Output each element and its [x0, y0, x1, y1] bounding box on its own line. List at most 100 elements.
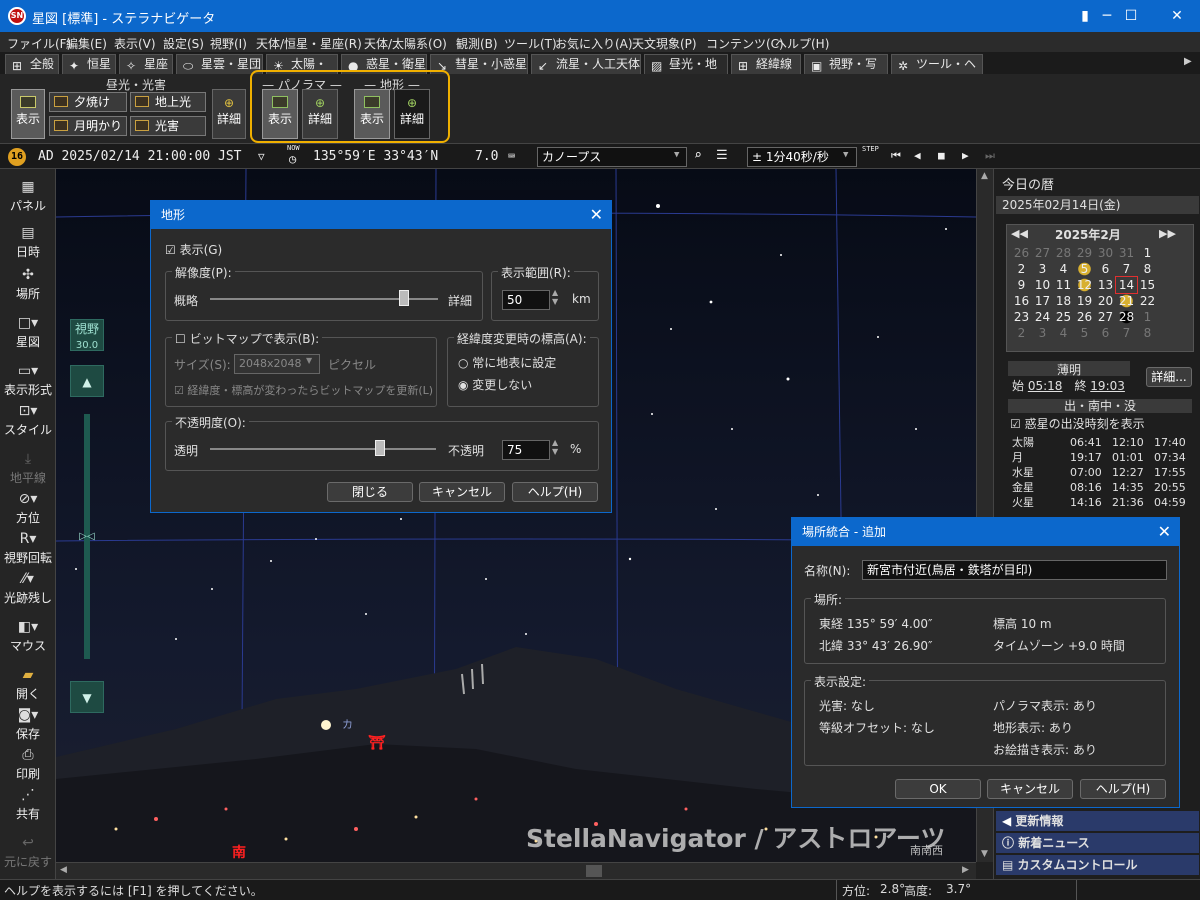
location-button[interactable]: ✣ 場所: [0, 267, 56, 302]
list-icon[interactable]: ☰: [716, 148, 728, 163]
menu-view[interactable]: 表示(V): [114, 35, 156, 52]
calendar-day[interactable]: 8: [1137, 261, 1158, 277]
cancel-button[interactable]: キャンセル: [987, 779, 1073, 799]
calendar-day[interactable]: 4: [1053, 261, 1074, 277]
menu-tools[interactable]: ツール(T): [504, 35, 557, 52]
prev-year-icon[interactable]: ◀◀: [1011, 227, 1028, 240]
planet-rise-checkbox[interactable]: ☑ 惑星の出没時刻を表示: [1010, 415, 1145, 432]
range-input[interactable]: 50: [502, 290, 550, 310]
earthlight-button[interactable]: 地上光: [130, 92, 206, 112]
step-label[interactable]: STEP: [862, 145, 879, 153]
tab-meteors[interactable]: ↙ 流星・人工天体: [531, 54, 641, 74]
radio-nochange[interactable]: ◉ 変更しない: [458, 376, 532, 393]
calendar-day[interactable]: 18: [1053, 293, 1074, 309]
calendar-day[interactable]: 6: [1095, 325, 1116, 341]
calendar-day[interactable]: 26: [1011, 245, 1032, 261]
close-icon[interactable]: ✕: [590, 205, 603, 224]
menu-favorites[interactable]: お気に入り(A): [555, 35, 633, 52]
tab-general[interactable]: ⊞ 全般: [5, 54, 59, 74]
play-back-icon[interactable]: ◀: [914, 149, 921, 162]
custom-control-link[interactable]: ▤ カスタムコントロール: [996, 855, 1199, 875]
calendar-day[interactable]: 16: [1011, 293, 1032, 309]
fov-indicator[interactable]: 視野 30.0: [70, 319, 104, 351]
close-button[interactable]: ✕: [1154, 0, 1200, 32]
calendar-day[interactable]: 5: [1074, 325, 1095, 341]
skip-forward-icon[interactable]: ⏭: [985, 149, 995, 163]
next-year-icon[interactable]: ▶▶: [1159, 227, 1176, 240]
menu-edit[interactable]: 編集(E): [66, 35, 107, 52]
daylight-show-button[interactable]: 表示: [11, 89, 45, 139]
scroll-up-icon[interactable]: ▲: [981, 171, 988, 181]
save-button[interactable]: ◙▾ 保存: [0, 707, 56, 742]
radio-always[interactable]: ○ 常に地表に設定: [458, 354, 556, 371]
trail-button[interactable]: ⁄⁄▾ 光跡残し: [0, 571, 56, 606]
mouse-button[interactable]: ◧▾ マウス: [0, 619, 56, 654]
calendar-day[interactable]: 6: [1095, 261, 1116, 277]
calendar-day[interactable]: 2: [1011, 325, 1032, 341]
tab-nebulae[interactable]: ⬭ 星雲・星団: [176, 54, 263, 74]
calendar-day-moon[interactable]: 28: [1116, 309, 1137, 325]
calendar-day[interactable]: 3: [1032, 325, 1053, 341]
tab-stars[interactable]: ✦ 恒星: [62, 54, 116, 74]
calendar-day[interactable]: 3: [1032, 261, 1053, 277]
calendar-day[interactable]: 9: [1011, 277, 1032, 293]
close-button[interactable]: 閉じる: [327, 482, 413, 502]
tab-coordinate-lines[interactable]: ⊞ 経緯線: [731, 54, 801, 74]
chevron-down-icon[interactable]: ▼: [843, 150, 848, 160]
opacity-input[interactable]: 75: [502, 440, 550, 460]
cancel-button[interactable]: キャンセル: [419, 482, 505, 502]
display-format-button[interactable]: ▭▾ 表示形式: [0, 363, 56, 398]
calendar-day[interactable]: 23: [1011, 309, 1032, 325]
calendar-day[interactable]: 24: [1032, 309, 1053, 325]
menu-fov[interactable]: 視野(I): [210, 35, 247, 52]
calendar-day[interactable]: 8: [1137, 325, 1158, 341]
direction-button[interactable]: ⊘▾ 方位: [0, 491, 56, 526]
menu-observe[interactable]: 観測(B): [456, 35, 498, 52]
menu-help[interactable]: ヘルプ(H): [775, 35, 829, 52]
calendar-day[interactable]: 22: [1137, 293, 1158, 309]
close-icon[interactable]: ✕: [1158, 522, 1171, 541]
calendar-day-moon[interactable]: 5: [1074, 261, 1095, 277]
scroll-left-icon[interactable]: ◀: [60, 865, 67, 875]
calendar-day[interactable]: 20: [1095, 293, 1116, 309]
twilight-start-time[interactable]: 05:18: [1028, 379, 1063, 393]
tab-field-of-view[interactable]: ▣視野・写野: [804, 54, 888, 89]
calendar-day[interactable]: 25: [1053, 309, 1074, 325]
calendar-day[interactable]: 7: [1116, 261, 1137, 277]
star-chart-button[interactable]: □▾ 星図: [0, 315, 56, 350]
spin-icon[interactable]: ▲ ▼: [552, 438, 558, 456]
open-button[interactable]: ▰ 開く: [0, 667, 56, 702]
calendar-day-today[interactable]: 14: [1115, 276, 1138, 294]
calendar-day[interactable]: 27: [1032, 245, 1053, 261]
daylight-detail-button[interactable]: ⊕ 詳細: [212, 89, 246, 139]
calendar-day[interactable]: 1: [1137, 245, 1158, 261]
zoom-out-button[interactable]: ▼: [70, 681, 104, 713]
opacity-slider[interactable]: [210, 440, 436, 456]
print-button[interactable]: ⎙ 印刷: [0, 747, 56, 782]
calendar-day-moon[interactable]: 12: [1074, 277, 1095, 293]
clock-icon[interactable]: ◷: [289, 152, 296, 166]
menu-contents[interactable]: コンテンツ(C): [706, 35, 784, 52]
magnitude-display[interactable]: 7.0: [475, 149, 498, 164]
panel-button[interactable]: ▦ パネル: [0, 179, 56, 214]
skip-back-icon[interactable]: ⏮: [891, 149, 901, 163]
help-button[interactable]: ヘルプ(H): [512, 482, 598, 502]
coordinates-display[interactable]: 135°59′E 33°43′N: [313, 149, 438, 164]
now-label[interactable]: NOW: [287, 144, 300, 152]
calendar-day[interactable]: 13: [1095, 277, 1116, 293]
share-button[interactable]: ⋰ 共有: [0, 787, 56, 822]
slider-thumb[interactable]: [398, 290, 409, 306]
maximize-button[interactable]: ☐: [1108, 0, 1154, 32]
ok-button[interactable]: OK: [895, 779, 981, 799]
calendar-day[interactable]: 4: [1053, 325, 1074, 341]
sunset-button[interactable]: 夕焼け: [49, 92, 127, 112]
chevron-down-icon[interactable]: ▼: [674, 150, 679, 160]
calendar-day[interactable]: 17: [1032, 293, 1053, 309]
datetime-display[interactable]: AD 2025/02/14 21:00:00 JST: [38, 149, 242, 164]
horizontal-scrollbar[interactable]: ◀ ▶: [56, 862, 976, 879]
spin-icon[interactable]: ▲ ▼: [552, 288, 558, 306]
calendar-day[interactable]: 1: [1137, 309, 1158, 325]
resolution-slider[interactable]: [210, 290, 438, 306]
zoom-in-button[interactable]: ▲: [70, 365, 104, 397]
calendar-day[interactable]: 10: [1032, 277, 1053, 293]
